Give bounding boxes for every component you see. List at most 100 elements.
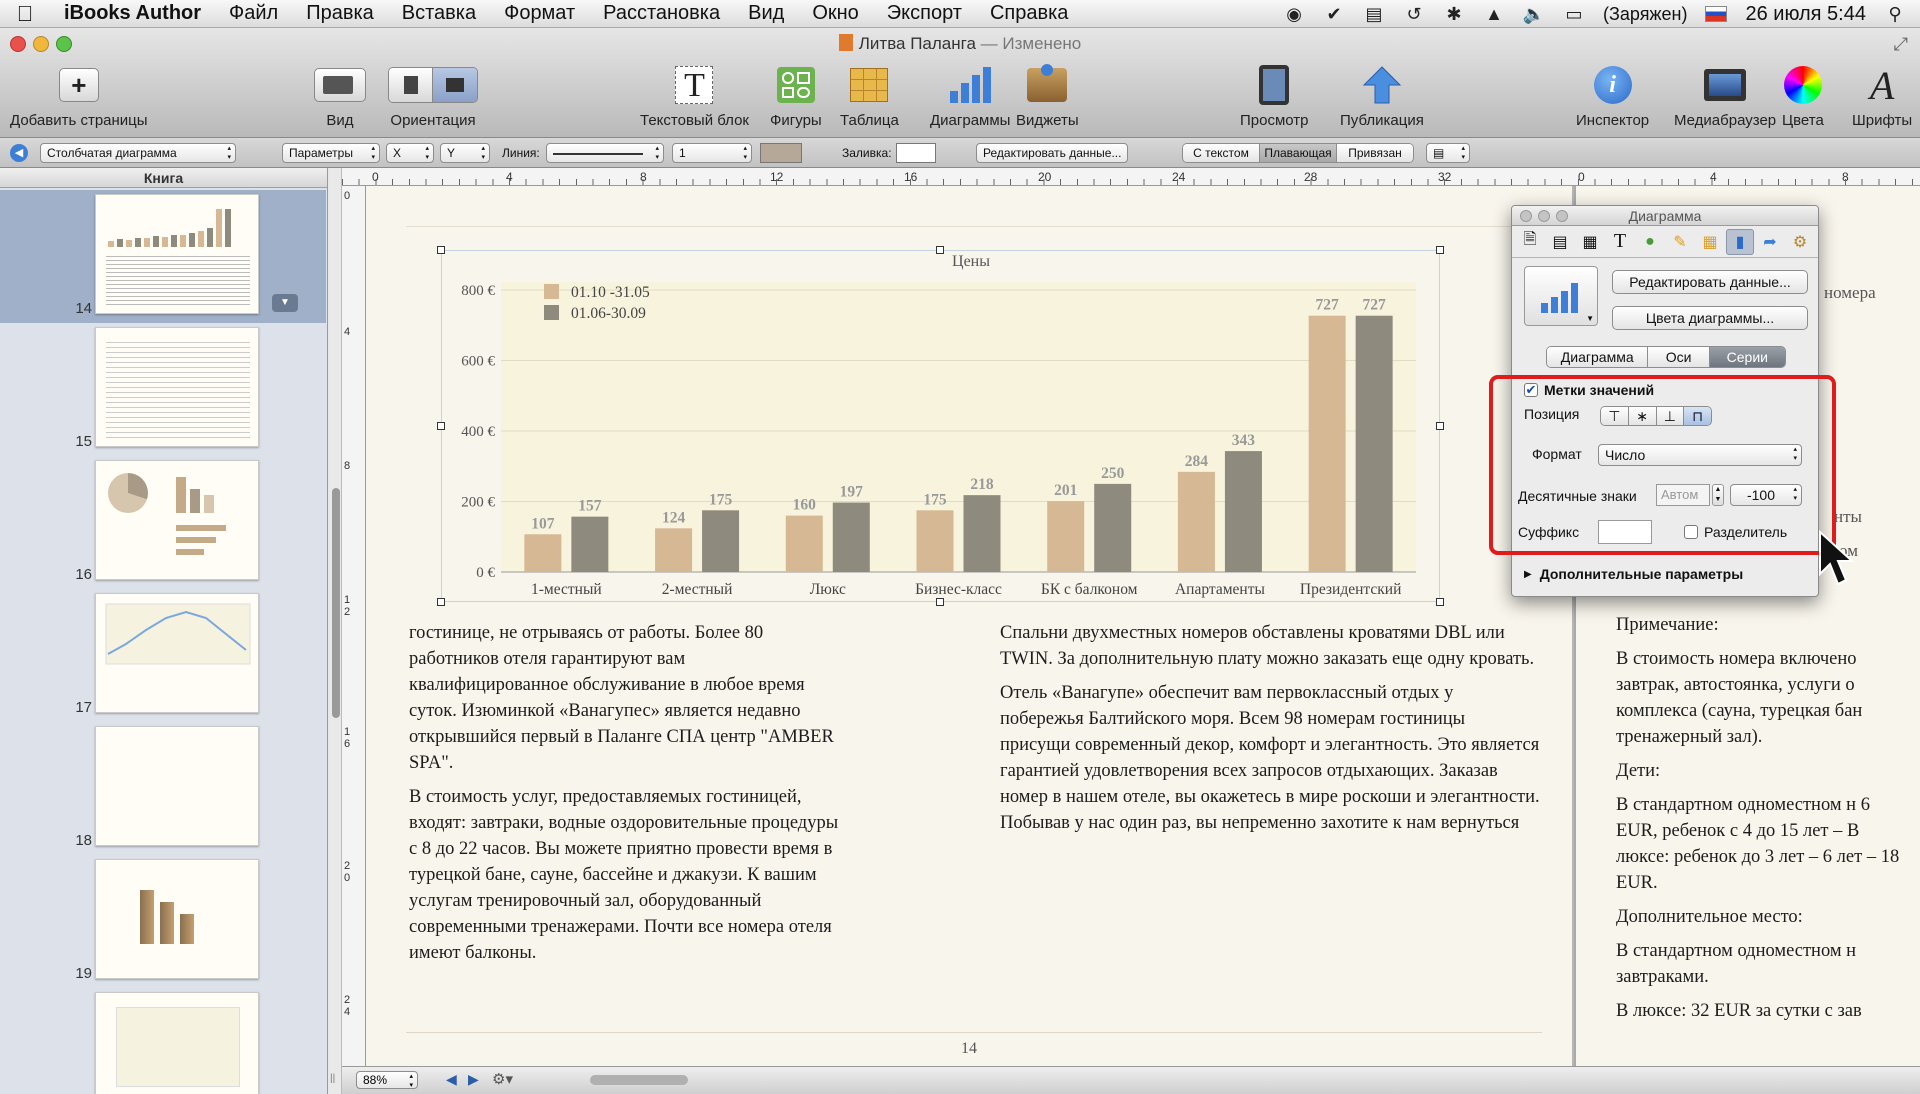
inspector-close-button[interactable]: [1520, 210, 1532, 222]
line-width-select[interactable]: 1: [672, 143, 752, 163]
resize-handle[interactable]: [437, 422, 445, 430]
menu-insert[interactable]: Вставка: [388, 2, 490, 25]
page-thumbnail-19[interactable]: 19: [0, 855, 326, 988]
menu-file[interactable]: Файл: [215, 2, 292, 25]
wrap-floating-button[interactable]: Плавающая: [1260, 144, 1337, 162]
view-button[interactable]: Вид: [314, 64, 366, 129]
menu-arrange[interactable]: Расстановка: [589, 2, 734, 25]
widget-settings-icon[interactable]: ⚙: [1786, 229, 1814, 255]
document-inspector-icon[interactable]: 🗎: [1516, 229, 1544, 255]
inspector-titlebar[interactable]: Диаграмма: [1512, 206, 1818, 226]
wrap-options-select[interactable]: ▤: [1426, 143, 1470, 163]
wifi-icon[interactable]: ▲: [1483, 3, 1505, 25]
inspector-zoom-button[interactable]: [1556, 210, 1568, 222]
text-inspector-icon[interactable]: T: [1606, 229, 1634, 255]
wrap-anchored-button[interactable]: Привязан: [1337, 144, 1413, 162]
line-color-well[interactable]: [760, 143, 802, 163]
battery-status[interactable]: (Заряжен): [1603, 4, 1687, 25]
resize-handle[interactable]: [936, 246, 944, 254]
previous-page-icon[interactable]: ◀: [446, 1071, 457, 1088]
fill-color-well[interactable]: [896, 143, 936, 163]
horizontal-scrollbar-thumb[interactable]: [590, 1075, 688, 1085]
menu-edit[interactable]: Правка: [292, 2, 388, 25]
line-style-select[interactable]: [546, 143, 664, 163]
tab-series[interactable]: Серии: [1709, 347, 1785, 367]
resize-handle[interactable]: [1436, 598, 1444, 606]
scrollbar-thumb[interactable]: [332, 488, 340, 718]
volume-icon[interactable]: 🔈: [1523, 3, 1545, 25]
gear-icon[interactable]: ⚙▾: [492, 1070, 513, 1088]
time-machine-icon[interactable]: ↺: [1403, 3, 1425, 25]
chart-colors-button[interactable]: Цвета диаграммы...: [1612, 306, 1808, 330]
sound-icon[interactable]: ◀: [10, 144, 28, 162]
menu-view[interactable]: Вид: [734, 2, 798, 25]
chart-type-select[interactable]: Столбчатая диаграмма: [40, 143, 236, 163]
clock[interactable]: 26 июля 5:44: [1745, 3, 1866, 26]
edit-data-button[interactable]: Редактировать данные...: [976, 143, 1129, 163]
page-thumbnail-15[interactable]: 15: [0, 323, 326, 456]
x-axis-select[interactable]: X: [386, 143, 434, 163]
menu-app[interactable]: iBooks Author: [50, 2, 215, 25]
layout-inspector-icon[interactable]: ▤: [1546, 229, 1574, 255]
chart-style-preview[interactable]: ▼: [1524, 266, 1598, 326]
apple-menu-icon[interactable]: : [0, 1, 50, 27]
tab-axes[interactable]: Оси: [1648, 347, 1710, 367]
chart-inspector-icon[interactable]: ▮: [1726, 228, 1754, 255]
wrap-with-text-button[interactable]: С текстом: [1183, 144, 1260, 162]
fonts-button[interactable]: A Шрифты: [1852, 63, 1912, 130]
link-inspector-icon[interactable]: ➦: [1756, 229, 1784, 255]
widgets-button[interactable]: Виджеты: [1016, 64, 1079, 129]
text-column-middle[interactable]: Спальни двухместных номеров обставлены к…: [1000, 620, 1540, 844]
colors-button[interactable]: Цвета: [1782, 64, 1824, 129]
page-thumbnail-18[interactable]: 18: [0, 722, 326, 855]
preview-button[interactable]: Просмотр: [1240, 64, 1309, 129]
charts-button[interactable]: Диаграммы: [930, 64, 1010, 129]
table-button[interactable]: Таблица: [840, 64, 899, 129]
menu-format[interactable]: Формат: [490, 2, 589, 25]
status-circle-icon[interactable]: ◉: [1283, 3, 1305, 25]
resize-handle[interactable]: [936, 598, 944, 606]
sidebar-scrollbar[interactable]: [330, 168, 342, 1094]
table-inspector-icon[interactable]: ▦: [1696, 229, 1724, 255]
page-thumbnail-16[interactable]: 16: [0, 456, 326, 589]
zoom-select[interactable]: 88%: [356, 1071, 418, 1089]
inspector-edit-data-button[interactable]: Редактировать данные...: [1612, 270, 1808, 294]
page-thumbnail-17[interactable]: 17: [0, 589, 326, 722]
widget-inspector-icon[interactable]: ▦: [1576, 229, 1604, 255]
page-thumbnail-14[interactable]: 14 ▼: [0, 190, 326, 323]
tab-chart[interactable]: Диаграмма: [1547, 347, 1649, 367]
menu-export[interactable]: Экспорт: [873, 2, 976, 25]
params-select[interactable]: Параметры: [282, 143, 380, 163]
bluetooth-icon[interactable]: ✱: [1443, 3, 1465, 25]
keyboard-icon[interactable]: ▤: [1363, 3, 1385, 25]
metrics-inspector-icon[interactable]: ✎: [1666, 229, 1694, 255]
battery-icon[interactable]: ▭: [1563, 3, 1585, 25]
menu-window[interactable]: Окно: [798, 2, 872, 25]
resize-handle[interactable]: [1436, 246, 1444, 254]
bar-chart[interactable]: Цены 0 € 200 € 400 € 600 € 800 € 1-местный 107…: [437, 246, 1444, 606]
spotlight-search-icon[interactable]: ⚲: [1884, 3, 1906, 25]
page-menu-chevron-icon[interactable]: ▼: [272, 294, 298, 312]
resize-handle[interactable]: [1436, 422, 1444, 430]
inspector-button[interactable]: i Инспектор: [1576, 64, 1649, 129]
resize-handle[interactable]: [437, 598, 445, 606]
text-column-left[interactable]: гостинице, не отрываясь от работы. Более…: [409, 620, 849, 974]
media-browser-button[interactable]: Медиабраузер: [1674, 64, 1776, 129]
shapes-button[interactable]: Фигуры: [770, 64, 822, 129]
status-check-icon[interactable]: ✔: [1323, 3, 1345, 25]
menu-help[interactable]: Справка: [976, 2, 1082, 25]
more-options-disclosure[interactable]: ▶ Дополнительные параметры: [1524, 566, 1743, 582]
publish-button[interactable]: Публикация: [1340, 64, 1424, 129]
graphic-inspector-icon[interactable]: ●: [1636, 229, 1664, 255]
splitter-grip-icon[interactable]: ||: [330, 1073, 335, 1084]
text-column-right[interactable]: Примечание: В стоимость номера включено …: [1616, 612, 1916, 1032]
y-axis-select[interactable]: Y: [440, 143, 490, 163]
next-page-icon[interactable]: ▶: [468, 1071, 479, 1088]
fullscreen-icon[interactable]: ⤢: [1894, 34, 1908, 55]
textbox-button[interactable]: T Текстовый блок: [640, 64, 749, 129]
page-thumbnail-20[interactable]: [0, 988, 326, 1094]
resize-handle[interactable]: [437, 246, 445, 254]
input-language-flag-icon[interactable]: [1705, 6, 1728, 22]
inspector-minimize-button[interactable]: [1538, 210, 1550, 222]
add-pages-button[interactable]: + Добавить страницы: [10, 64, 148, 129]
